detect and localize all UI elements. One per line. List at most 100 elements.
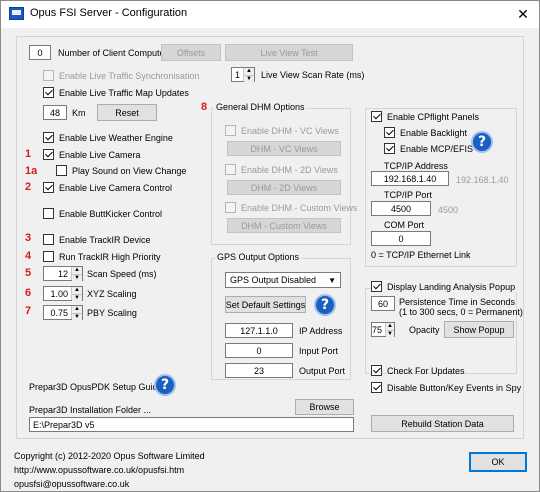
scan-rate-label: Live View Scan Rate (ms) <box>261 70 365 80</box>
gps-output-select[interactable]: GPS Output Disabled ▼ <box>225 272 341 288</box>
checkbox-box <box>43 70 54 81</box>
dhm-2d-label: Enable DHM - 2D Views <box>241 164 338 175</box>
traffic-map-label: Enable Live Traffic Map Updates <box>59 87 189 98</box>
xyz-scaling-value: 1.00 <box>50 288 68 299</box>
pdk-guide-label: Prepar3D OpusPDK Setup Guide <box>29 382 163 392</box>
gps-input-port-input[interactable]: 0 <box>225 343 293 358</box>
trackir-priority-checkbox[interactable]: Run TrackIR High Priority <box>43 251 161 262</box>
website-link[interactable]: http://www.opussoftware.co.uk/opusfsi.ht… <box>14 465 184 475</box>
ok-button[interactable]: OK <box>469 452 527 472</box>
checkbox-box <box>43 87 54 98</box>
scan-speed-spinner[interactable]: 12 ▲ ▼ <box>43 266 83 282</box>
rebuild-station-data-button[interactable]: Rebuild Station Data <box>371 415 514 432</box>
tcp-ip-input[interactable]: 192.168.1.40 <box>371 171 449 186</box>
km-input[interactable]: 48 <box>43 105 67 120</box>
cpflight-checkbox[interactable]: Enable CPflight Panels <box>371 111 482 122</box>
gps-output-port-input[interactable]: 23 <box>225 363 293 378</box>
traffic-map-checkbox[interactable]: Enable Live Traffic Map Updates <box>43 87 189 98</box>
tcp-port-label: TCP/IP Port <box>384 190 432 200</box>
live-camera-checkbox[interactable]: Enable Live Camera <box>43 149 141 160</box>
trackir-checkbox[interactable]: Enable TrackIR Device <box>43 234 151 245</box>
marker-5: 5 <box>25 267 32 279</box>
xyz-scaling-spinner[interactable]: 1.00 ▲ ▼ <box>43 286 83 302</box>
dhm-vc-checkbox[interactable]: Enable DHM - VC Views <box>225 125 339 136</box>
scan-speed-label: Scan Speed (ms) <box>87 269 157 279</box>
spinner-arrows-icon[interactable]: ▲ ▼ <box>71 287 82 302</box>
checkbox-box <box>371 111 382 122</box>
scan-rate-spinner[interactable]: 1 ▲ ▼ <box>231 67 255 83</box>
marker-1: 1 <box>25 148 32 160</box>
set-default-settings-button[interactable]: Set Default Settings <box>225 296 306 313</box>
spinner-arrows-icon[interactable]: ▲ ▼ <box>385 323 394 338</box>
config-window: Opus FSI Server - Configuration ✕ 0 Numb… <box>0 0 540 492</box>
opacity-label: Opacity <box>409 325 440 335</box>
buttkicker-label: Enable ButtKicker Control <box>59 208 163 219</box>
km-label: Km <box>72 108 86 118</box>
dhm-vc-button[interactable]: DHM - VC Views <box>227 141 341 156</box>
persistence-input[interactable]: 60 <box>371 296 395 311</box>
checkbox-box <box>371 382 382 393</box>
backlight-checkbox[interactable]: Enable Backlight <box>384 127 467 138</box>
checkbox-box <box>225 125 236 136</box>
marker-6: 6 <box>25 287 32 299</box>
client-area: 0 Number of Client Computers Offsets Liv… <box>1 28 539 491</box>
pdk-help-icon[interactable]: ? <box>154 374 176 396</box>
marker-7: 7 <box>25 305 32 317</box>
tcp-ip-hint: 192.168.1.40 <box>456 175 509 185</box>
checkbox-box <box>43 132 54 143</box>
landing-popup-checkbox[interactable]: Display Landing Analysis Popup <box>371 281 518 292</box>
spinner-arrows-icon[interactable]: ▲ ▼ <box>71 306 82 321</box>
close-icon[interactable]: ✕ <box>511 3 535 25</box>
live-camera-label: Enable Live Camera <box>59 149 141 160</box>
cpflight-help-icon[interactable]: ? <box>471 131 493 153</box>
traffic-sync-checkbox[interactable]: Enable Live Traffic Synchronisation <box>43 70 199 81</box>
camera-control-checkbox[interactable]: Enable Live Camera Control <box>43 182 172 193</box>
gps-ip-input[interactable]: 127.1.1.0 <box>225 323 293 338</box>
checkbox-box <box>384 127 395 138</box>
show-popup-button[interactable]: Show Popup <box>444 321 514 338</box>
chevron-down-icon: ▼ <box>328 276 336 285</box>
dhm-2d-button[interactable]: DHM - 2D Views <box>227 180 341 195</box>
buttkicker-checkbox[interactable]: Enable ButtKicker Control <box>43 208 162 219</box>
play-sound-checkbox[interactable]: Play Sound on View Change <box>56 165 186 176</box>
browse-button[interactable]: Browse <box>295 399 354 415</box>
checkbox-box <box>43 208 54 219</box>
dhm-2d-checkbox[interactable]: Enable DHM - 2D Views <box>225 164 338 175</box>
persistence-range-label: (1 to 300 secs, 0 = Permanent) <box>399 307 523 317</box>
spinner-arrows-icon[interactable]: ▲ ▼ <box>243 68 254 83</box>
gps-help-icon[interactable]: ? <box>314 294 336 316</box>
offsets-button[interactable]: Offsets <box>161 44 221 61</box>
mcp-efis-checkbox[interactable]: Enable MCP/EFIS <box>384 143 473 154</box>
marker-8: 8 <box>201 101 208 113</box>
pby-scaling-label: PBY Scaling <box>87 308 137 318</box>
scan-rate-value: 1 <box>234 69 240 80</box>
traffic-sync-label: Enable Live Traffic Synchronisation <box>59 70 200 81</box>
marker-1a: 1a <box>25 165 38 177</box>
email-link[interactable]: opusfsi@opussoftware.co.uk <box>14 479 129 489</box>
tcp-port-hint: 4500 <box>438 205 459 215</box>
checkbox-box <box>225 202 236 213</box>
dhm-custom-button[interactable]: DHM - Custom Views <box>227 218 341 233</box>
xyz-scaling-label: XYZ Scaling <box>87 289 137 299</box>
opacity-spinner[interactable]: 75 ▲ ▼ <box>371 322 395 338</box>
com-port-input[interactable]: 0 <box>371 231 431 246</box>
live-view-test-button[interactable]: Live View Test <box>225 44 353 61</box>
reset-button[interactable]: Reset <box>97 104 157 121</box>
camera-control-label: Enable Live Camera Control <box>59 182 173 193</box>
disable-spy-checkbox[interactable]: Disable Button/Key Events in Spy <box>371 382 521 393</box>
scan-speed-value: 12 <box>57 268 68 279</box>
persistence-label: Persistence Time in Seconds <box>399 297 516 307</box>
title-bar: Opus FSI Server - Configuration ✕ <box>1 1 539 28</box>
pby-scaling-spinner[interactable]: 0.75 ▲ ▼ <box>43 305 83 321</box>
client-count-input[interactable]: 0 <box>29 45 51 60</box>
checkbox-box <box>371 281 382 292</box>
dhm-custom-label: Enable DHM - Custom Views <box>241 202 358 213</box>
dhm-custom-checkbox[interactable]: Enable DHM - Custom Views <box>225 202 357 213</box>
trackir-label: Enable TrackIR Device <box>59 234 151 245</box>
weather-checkbox[interactable]: Enable Live Weather Engine <box>43 132 173 143</box>
p3d-folder-input[interactable]: E:\Prepar3D v5 <box>29 417 354 432</box>
spinner-arrows-icon[interactable]: ▲ ▼ <box>71 267 82 282</box>
check-updates-checkbox[interactable]: Check For Updates <box>371 365 465 376</box>
cpflight-label: Enable CPflight Panels <box>387 111 480 122</box>
tcp-port-input[interactable]: 4500 <box>371 201 431 216</box>
